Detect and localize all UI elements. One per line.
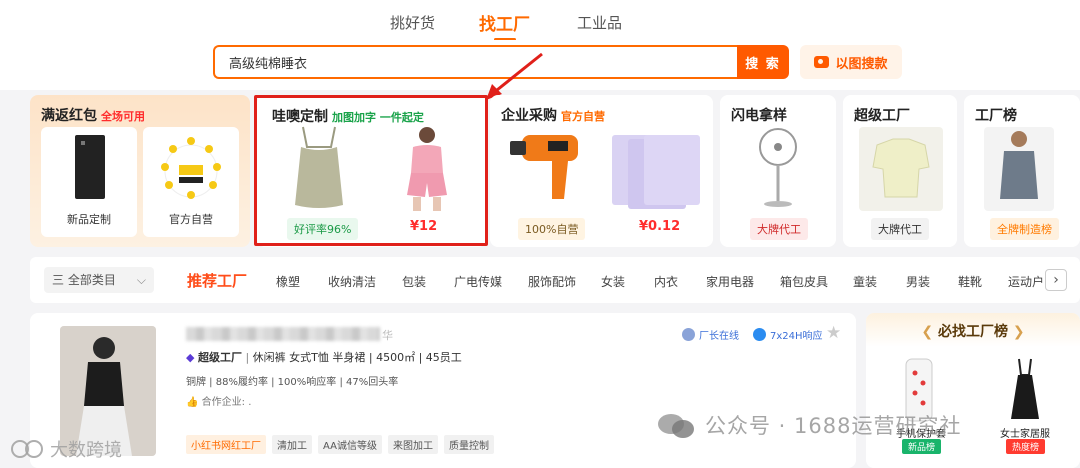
- emoji-chart-icon: [161, 137, 221, 199]
- all-categories-dropdown[interactable]: 三 全部类目 ⌵: [44, 267, 154, 293]
- card-sample[interactable]: 闪电拿样 大牌代工: [720, 95, 836, 247]
- avatar-icon: [682, 328, 695, 341]
- top-nav: 挑好货 找工厂 工业品: [0, 0, 1080, 40]
- category-item[interactable]: 收纳清洁: [328, 273, 376, 290]
- tab-pick-goods[interactable]: 挑好货: [390, 12, 435, 33]
- nightdress-image[interactable]: [1008, 357, 1042, 423]
- card-hongbao[interactable]: 满返红包 全场可用 新品定制 官方自营: [30, 95, 250, 247]
- card-super-factory[interactable]: 超级工厂 大牌代工: [843, 95, 957, 247]
- brand-oem-badge: 大牌代工: [750, 218, 808, 240]
- owner-online-badge[interactable]: 厂长在线: [682, 327, 739, 342]
- category-item[interactable]: 箱包皮具: [780, 273, 828, 290]
- factory-info: ◆ 超级工厂 | 休闲裤 女式T恤 半身裙 | 4500㎡ | 45员工: [186, 351, 462, 364]
- rank-item-tag: 热度榜: [1006, 439, 1046, 454]
- fan-image: [759, 128, 797, 207]
- hongbao-item-new[interactable]: 新品定制: [41, 127, 137, 237]
- corner-watermark: 大数跨境: [50, 440, 122, 461]
- category-item[interactable]: 服饰配饰: [528, 273, 576, 290]
- hongbao-item-label: 新品定制: [67, 213, 111, 226]
- category-item[interactable]: 鞋靴: [958, 273, 982, 290]
- page: 挑好货 找工厂 工业品 搜 索 以图搜款 满返红包全场可用 新品定制: [0, 0, 1080, 468]
- card-title: 工厂榜: [975, 108, 1017, 124]
- tab-industrial[interactable]: 工业品: [577, 12, 622, 33]
- card-title: 超级工厂: [854, 108, 910, 124]
- category-item[interactable]: 童装: [853, 273, 877, 290]
- factory-name-suffix: 华: [382, 329, 393, 342]
- tank-top-image: [984, 127, 1054, 211]
- factory-level: 超级工厂: [197, 351, 242, 364]
- image-search-label: 以图搜款: [835, 56, 888, 72]
- factory-stats: 铜牌 | 88%履约率 | 100%响应率 | 47%回头率: [186, 377, 399, 388]
- mailer-bags-image: [612, 135, 700, 209]
- diamond-icon: ◆: [186, 351, 195, 364]
- factory-tags: 小红书网红工厂 清加工 AA诚信等级 来图加工 质量控制: [186, 435, 494, 454]
- category-item[interactable]: 包装: [402, 273, 426, 290]
- response-badge[interactable]: 7x24H响应: [753, 327, 823, 342]
- category-recommended[interactable]: 推荐工厂: [187, 270, 247, 291]
- tag: 来图加工: [387, 435, 438, 454]
- tag: 质量控制: [443, 435, 494, 454]
- pajama-image: [859, 127, 943, 211]
- category-item[interactable]: 内衣: [654, 273, 678, 290]
- camera-icon: [814, 56, 830, 68]
- category-item[interactable]: 广电传媒: [454, 273, 502, 290]
- heat-gun-image: [510, 135, 578, 199]
- search-button[interactable]: 搜 索: [737, 45, 789, 79]
- rank-panel: ❮ 必找工厂榜 ❯ 手机保护套 新品榜 女士家居服 热度榜: [866, 313, 1080, 468]
- factory-name-redacted: [186, 327, 380, 341]
- price-label: ¥0.12: [639, 219, 681, 234]
- product-device-icon: [75, 135, 105, 199]
- category-item[interactable]: 家用电器: [706, 273, 754, 290]
- image-search-button[interactable]: 以图搜款: [800, 45, 902, 79]
- card-title: 企业采购 官方自营: [501, 108, 605, 124]
- factory-partners: 👍 合作企业: .: [186, 397, 252, 408]
- brand-logo-icon: [11, 440, 43, 458]
- rank-item-caption: 女士家居服: [1000, 429, 1050, 440]
- chevron-right-icon[interactable]: ›: [1045, 269, 1067, 291]
- category-item[interactable]: 橡塑: [276, 273, 300, 290]
- rank-badge: 全牌制造榜: [990, 218, 1059, 240]
- tag: 小红书网红工厂: [186, 435, 266, 454]
- category-item[interactable]: 运动户: [1008, 273, 1044, 290]
- wechat-watermark: 公众号 · 1688运营研究社: [705, 414, 962, 438]
- card-factory-rank[interactable]: 工厂榜 全牌制造榜: [964, 95, 1080, 247]
- factory-listing[interactable]: 华 ◆ 超级工厂 | 休闲裤 女式T恤 半身裙 | 4500㎡ | 45员工 铜…: [30, 313, 856, 468]
- wechat-icon: [658, 414, 694, 438]
- tag: 清加工: [272, 435, 312, 454]
- star-icon[interactable]: ★: [826, 323, 841, 343]
- rank-item-tag: 新品榜: [902, 439, 942, 454]
- category-bar: 三 全部类目 ⌵ 推荐工厂 橡塑 收纳清洁 包装 广电传媒 服饰配饰 女装 内衣…: [30, 257, 1080, 303]
- tag: AA诚信等级: [318, 435, 382, 454]
- hongbao-item-label: 官方自营: [169, 213, 213, 226]
- category-item[interactable]: 男装: [906, 273, 930, 290]
- card-title: 满返红包 全场可用: [41, 108, 145, 124]
- category-item[interactable]: 女装: [601, 273, 625, 290]
- rank-panel-title: ❮ 必找工厂榜 ❯: [921, 324, 1025, 340]
- chevron-down-icon: ⌵: [136, 273, 146, 287]
- factory-details: 休闲裤 女式T恤 半身裙 | 4500㎡ | 45员工: [252, 351, 462, 364]
- tab-find-factory[interactable]: 找工厂: [479, 10, 530, 35]
- self-run-badge: 100%自营: [518, 218, 586, 240]
- thumb-icon: 👍: [186, 397, 199, 408]
- highlight-frame: [254, 95, 488, 246]
- card-title: 闪电拿样: [731, 108, 787, 124]
- card-enterprise[interactable]: 企业采购 官方自营 100%自营 ¥0.12: [490, 95, 713, 247]
- brand-oem-badge: 大牌代工: [871, 218, 929, 240]
- chat-icon: [753, 328, 766, 341]
- hongbao-item-official[interactable]: 官方自营: [143, 127, 239, 237]
